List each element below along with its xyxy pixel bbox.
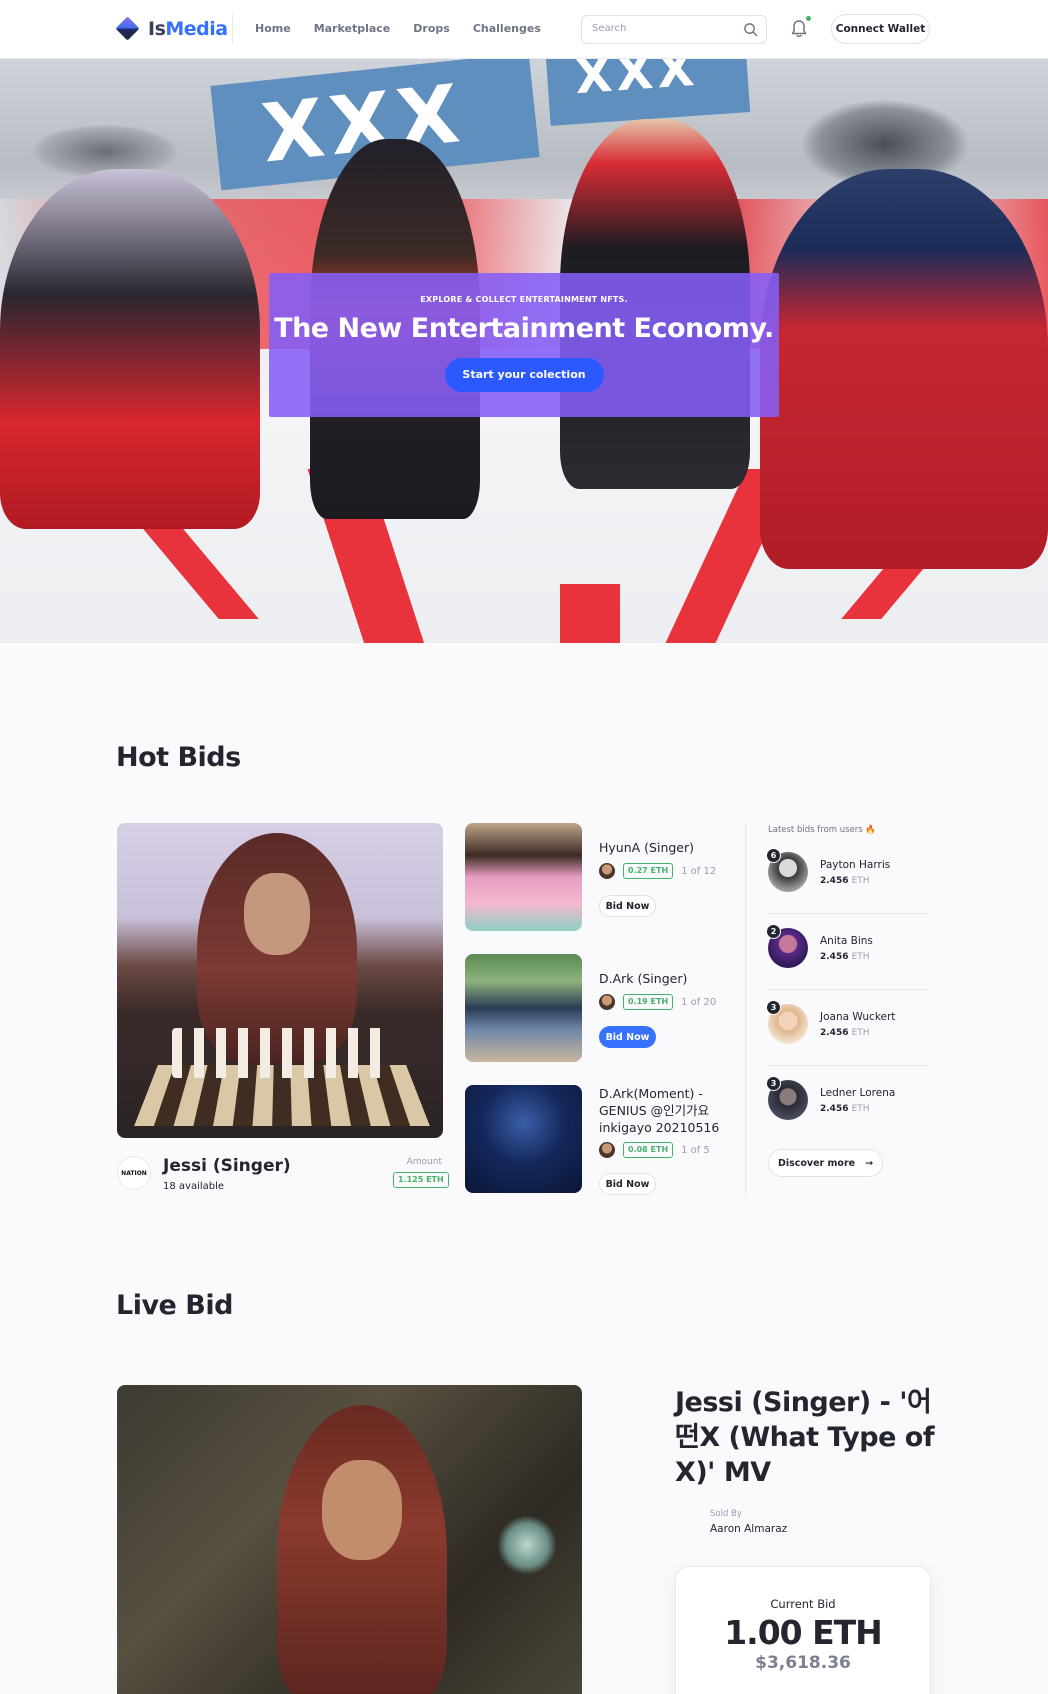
current-bid-eth: 1.00 ETH bbox=[724, 1613, 883, 1652]
brand-logo[interactable]: IsMedia bbox=[115, 16, 228, 41]
featured-available: 18 available bbox=[163, 1181, 225, 1192]
user-bid-row[interactable]: 3 Joana Wuckert 2.456 ETH bbox=[766, 990, 930, 1066]
discover-more-button[interactable]: Discover more → bbox=[768, 1149, 883, 1177]
hot-bid-meta: 0.27 ETH 1 of 12 bbox=[599, 863, 716, 879]
creator-avatar[interactable] bbox=[599, 1142, 615, 1158]
user-bid-row[interactable]: 2 Anita Bins 2.456 ETH bbox=[766, 914, 930, 990]
hot-bid-thumbnail[interactable] bbox=[465, 954, 582, 1062]
creator-avatar[interactable] bbox=[599, 863, 615, 879]
hot-bid-meta: 0.08 ETH 1 of 5 bbox=[599, 1142, 710, 1158]
user-name: Payton Harris bbox=[820, 859, 891, 871]
arrow-right-icon: → bbox=[865, 1157, 874, 1169]
user-bid-amount: 2.456 ETH bbox=[820, 876, 870, 886]
live-bid-image[interactable] bbox=[117, 1385, 582, 1694]
bid-now-button[interactable]: Bid Now bbox=[599, 1026, 656, 1048]
hero-kicker: EXPLORE & COLLECT ENTERTAINMENT NFTS. bbox=[420, 295, 628, 304]
edition-count: 1 of 20 bbox=[681, 996, 717, 1008]
user-bid-amount: 2.456 ETH bbox=[820, 1028, 870, 1038]
hero-person bbox=[0, 169, 260, 529]
live-item-title: Jessi (Singer) - '어떤X (What Type of X)' … bbox=[675, 1387, 935, 1488]
search-box bbox=[581, 15, 767, 44]
creator-avatar[interactable] bbox=[599, 994, 615, 1010]
main-nav: Home Marketplace Drops Challenges bbox=[255, 22, 541, 35]
nav-marketplace[interactable]: Marketplace bbox=[314, 22, 391, 35]
hot-bid-meta: 0.19 ETH 1 of 20 bbox=[599, 994, 716, 1010]
current-bid-label: Current Bid bbox=[770, 1597, 836, 1611]
user-bid-amount: 2.456 ETH bbox=[820, 1104, 870, 1114]
nav-home[interactable]: Home bbox=[255, 22, 291, 35]
rank-badge: 2 bbox=[766, 924, 781, 939]
rank-badge: 3 bbox=[766, 1000, 781, 1015]
top-header: IsMedia Home Marketplace Drops Challenge… bbox=[0, 0, 1048, 59]
start-collection-button[interactable]: Start your colection bbox=[444, 358, 604, 392]
rank-badge: 3 bbox=[766, 1076, 781, 1091]
hot-bid-item: D.Ark (Singer) 0.19 ETH 1 of 20 Bid Now bbox=[465, 954, 740, 1062]
hot-bids-title: Hot Bids bbox=[116, 742, 241, 773]
edition-count: 1 of 5 bbox=[681, 1144, 710, 1156]
user-bid-row[interactable]: 3 Ledner Lorena 2.456 ETH bbox=[766, 1066, 930, 1142]
current-bid-card: Current Bid 1.00 ETH $3,618.36 bbox=[675, 1566, 931, 1694]
hot-bid-title[interactable]: D.Ark(Moment) - GENIUS @인기가요 inkigayo 20… bbox=[599, 1085, 739, 1136]
logo-diamond-icon bbox=[115, 16, 140, 41]
eth-price-badge: 0.08 ETH bbox=[623, 1142, 674, 1158]
discover-more-label: Discover more bbox=[777, 1157, 856, 1169]
edition-count: 1 of 12 bbox=[681, 865, 717, 877]
connect-wallet-button[interactable]: Connect Wallet bbox=[831, 14, 930, 44]
hot-bid-thumbnail[interactable] bbox=[465, 823, 582, 931]
nav-challenges[interactable]: Challenges bbox=[473, 22, 541, 35]
nav-drops[interactable]: Drops bbox=[413, 22, 450, 35]
user-name: Joana Wuckert bbox=[820, 1011, 896, 1023]
bid-now-button[interactable]: Bid Now bbox=[599, 1173, 656, 1195]
column-divider bbox=[745, 823, 746, 1195]
live-bid-title: Live Bid bbox=[116, 1290, 233, 1321]
rank-badge: 6 bbox=[766, 848, 781, 863]
current-bid-usd: $3,618.36 bbox=[755, 1653, 851, 1673]
floor-stripe bbox=[560, 584, 620, 643]
search-icon[interactable] bbox=[743, 22, 758, 37]
seller-name[interactable]: Aaron Almaraz bbox=[710, 1523, 787, 1535]
user-bid-amount: 2.456 ETH bbox=[820, 952, 870, 962]
amount-label: Amount bbox=[406, 1157, 442, 1167]
hero-card: EXPLORE & COLLECT ENTERTAINMENT NFTS. Th… bbox=[269, 273, 779, 417]
hot-bid-title[interactable]: D.Ark (Singer) bbox=[599, 970, 739, 987]
eth-price-badge: 0.19 ETH bbox=[623, 994, 674, 1010]
latest-bids-label: Latest bids from users 🔥 bbox=[768, 825, 876, 835]
search-input[interactable] bbox=[592, 23, 742, 34]
featured-nft-name[interactable]: Jessi (Singer) bbox=[163, 1156, 291, 1176]
hot-bid-item: D.Ark(Moment) - GENIUS @인기가요 inkigayo 20… bbox=[465, 1085, 740, 1195]
hot-bid-item: HyunA (Singer) 0.27 ETH 1 of 12 Bid Now bbox=[465, 823, 740, 931]
creator-logo[interactable]: NATION bbox=[117, 1156, 151, 1190]
eth-price-badge: 0.27 ETH bbox=[623, 863, 674, 879]
brand-name: IsMedia bbox=[148, 18, 228, 40]
hot-bid-title[interactable]: HyunA (Singer) bbox=[599, 839, 739, 856]
featured-eth-badge: 1.125 ETH bbox=[393, 1172, 449, 1188]
sold-by-label: Sold By bbox=[710, 1509, 742, 1519]
bid-now-button[interactable]: Bid Now bbox=[599, 895, 656, 917]
hot-bid-thumbnail[interactable] bbox=[465, 1085, 582, 1193]
user-name: Ledner Lorena bbox=[820, 1087, 896, 1099]
user-bid-row[interactable]: 6 Payton Harris 2.456 ETH bbox=[766, 838, 930, 914]
hero-title: The New Entertainment Economy. bbox=[274, 313, 774, 344]
featured-nft-image[interactable] bbox=[117, 823, 443, 1138]
header-divider bbox=[232, 14, 233, 44]
user-name: Anita Bins bbox=[820, 935, 873, 947]
hero-person bbox=[760, 169, 1048, 569]
notification-dot bbox=[804, 14, 813, 23]
